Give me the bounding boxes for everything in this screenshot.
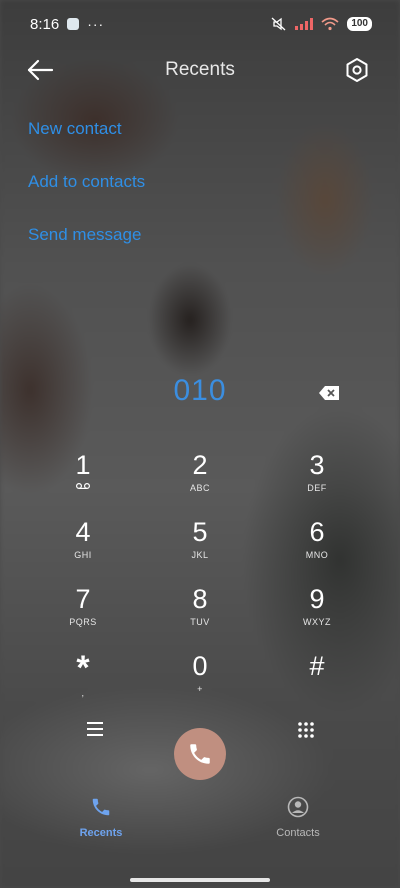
key-3[interactable]: 3 DEF <box>259 448 375 515</box>
key-hash[interactable]: # <box>259 649 375 716</box>
key-letters: PQRS <box>69 617 97 627</box>
key-digit: 4 <box>75 517 91 547</box>
quick-actions: New contact Add to contacts Send message <box>28 110 145 269</box>
key-digit: 9 <box>309 584 325 614</box>
key-digit: # <box>309 651 325 681</box>
home-indicator[interactable] <box>130 878 270 882</box>
phone-icon <box>190 744 210 764</box>
key-8[interactable]: 8 TUV <box>142 582 258 649</box>
key-letters: WXYZ <box>303 617 331 627</box>
notification-app-icon <box>67 18 80 30</box>
call-button[interactable] <box>174 728 226 780</box>
menu-icon[interactable] <box>85 720 105 738</box>
key-letters: + <box>197 684 203 694</box>
key-digit: 1 <box>75 450 91 480</box>
more-notifications-icon: ··· <box>87 16 105 32</box>
page-title: Recents <box>165 59 235 80</box>
key-digit: 3 <box>309 450 325 480</box>
battery-icon: 100 <box>347 17 372 31</box>
send-message-link[interactable]: Send message <box>28 216 145 269</box>
phone-icon <box>92 798 110 816</box>
tab-recents[interactable]: Recents <box>51 796 151 839</box>
key-7[interactable]: 7 PQRS <box>25 582 141 649</box>
dialed-number: 010 <box>173 374 227 407</box>
key-digit: 5 <box>192 517 208 547</box>
app-header: Recents <box>0 48 400 92</box>
back-arrow-icon[interactable] <box>26 58 54 82</box>
person-icon <box>287 796 309 818</box>
bottom-navigation: Recents Contacts <box>0 796 400 846</box>
tab-recents-label: Recents <box>79 827 123 839</box>
voicemail-icon <box>76 483 90 490</box>
key-letters: MNO <box>305 550 329 560</box>
key-2[interactable]: 2 ABC <box>142 448 258 515</box>
dialpad-icon[interactable] <box>297 721 315 739</box>
mute-icon <box>271 17 286 31</box>
key-digit: * <box>76 649 90 687</box>
status-bar: 8:16 ··· 100 <box>0 0 400 48</box>
key-star[interactable]: * , <box>25 649 141 716</box>
key-digit: 2 <box>192 450 208 480</box>
new-contact-link[interactable]: New contact <box>28 110 145 163</box>
key-letters: ABC <box>189 483 210 493</box>
key-digit: 8 <box>192 584 208 614</box>
dial-keypad: 1 2 ABC 3 DEF 4 GHI 5 JKL 6 MNO 7 PQRS 8… <box>25 448 375 716</box>
key-digit: 0 <box>192 651 208 681</box>
signal-icon <box>295 18 314 30</box>
tab-contacts-label: Contacts <box>276 827 320 839</box>
key-digit: 7 <box>75 584 91 614</box>
key-9[interactable]: 9 WXYZ <box>259 582 375 649</box>
backspace-icon[interactable] <box>318 385 340 401</box>
settings-icon[interactable] <box>344 57 370 83</box>
keypad-row: 1 2 ABC 3 DEF <box>25 448 375 515</box>
key-digit: 6 <box>309 517 325 547</box>
key-5[interactable]: 5 JKL <box>142 515 258 582</box>
key-1[interactable]: 1 <box>25 448 141 515</box>
tab-contacts[interactable]: Contacts <box>248 796 348 839</box>
keypad-row: 4 GHI 5 JKL 6 MNO <box>25 515 375 582</box>
key-letters: GHI <box>74 550 92 560</box>
add-to-contacts-link[interactable]: Add to contacts <box>28 163 145 216</box>
key-0[interactable]: 0 + <box>142 649 258 716</box>
wifi-icon <box>321 17 339 31</box>
keypad-row: * , 0 + # <box>25 649 375 716</box>
key-4[interactable]: 4 GHI <box>25 515 141 582</box>
key-letters: , <box>81 688 85 698</box>
keypad-row: 7 PQRS 8 TUV 9 WXYZ <box>25 582 375 649</box>
key-letters: JKL <box>191 550 209 560</box>
key-letters: DEF <box>307 483 327 493</box>
key-letters: TUV <box>190 617 210 627</box>
status-time: 8:16 <box>30 15 60 33</box>
key-6[interactable]: 6 MNO <box>259 515 375 582</box>
